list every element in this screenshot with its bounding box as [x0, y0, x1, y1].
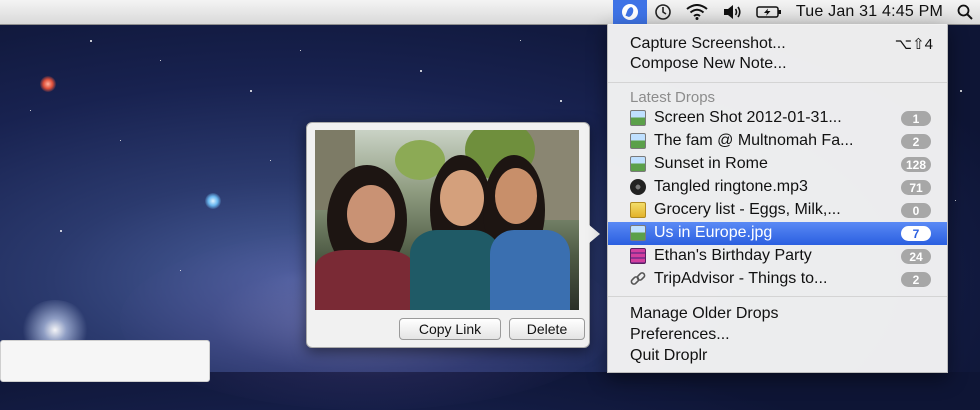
drop-label: TripAdvisor - Things to...: [654, 270, 828, 287]
battery-icon[interactable]: [749, 0, 789, 24]
drop-label: Screen Shot 2012-01-31...: [654, 109, 842, 126]
drop-item[interactable]: Sunset in Rome 128: [608, 153, 947, 176]
image-icon: [630, 110, 646, 126]
wifi-icon[interactable]: [679, 0, 715, 24]
image-icon: [630, 133, 646, 149]
drop-preview-popover: Copy Link Delete: [306, 122, 590, 348]
drop-item-selected[interactable]: Us in Europe.jpg 7: [608, 222, 947, 245]
manage-label: Manage Older Drops: [630, 304, 779, 322]
drop-item[interactable]: Ethan's Birthday Party 24: [608, 245, 947, 268]
drop-count-badge: 0: [901, 203, 931, 218]
drop-label: The fam @ Multnomah Fa...: [654, 132, 854, 149]
time-machine-icon[interactable]: [647, 0, 679, 24]
drop-count-badge: 128: [901, 157, 931, 172]
quit-label: Quit Droplr: [630, 346, 708, 364]
drop-count-badge: 71: [901, 180, 931, 195]
capture-shortcut: ⌥⇧4: [894, 35, 933, 53]
drop-label: Sunset in Rome: [654, 155, 768, 172]
movie-icon: [630, 248, 646, 264]
menu-bar: Tue Jan 31 4:45 PM: [0, 0, 980, 25]
drop-item[interactable]: Grocery list - Eggs, Milk,... 0: [608, 199, 947, 222]
desktop-red-star: [40, 76, 56, 92]
drop-count-badge: 2: [901, 134, 931, 149]
delete-button[interactable]: Delete: [509, 318, 585, 340]
preview-photo: [315, 130, 579, 310]
drop-count-badge: 1: [901, 111, 931, 126]
drop-label: Tangled ringtone.mp3: [654, 178, 808, 195]
drop-item[interactable]: Tangled ringtone.mp3 71: [608, 176, 947, 199]
preferences-label: Preferences...: [630, 325, 730, 343]
compose-label: Compose New Note...: [630, 54, 787, 72]
drop-count-badge: 7: [901, 226, 931, 241]
popover-arrow: [588, 224, 600, 244]
drop-item[interactable]: The fam @ Multnomah Fa... 2: [608, 130, 947, 153]
menu-separator: [608, 296, 947, 297]
menu-item-manage-older-drops[interactable]: Manage Older Drops: [608, 302, 947, 325]
drop-label: Grocery list - Eggs, Milk,...: [654, 201, 841, 218]
capture-label: Capture Screenshot...: [630, 34, 786, 52]
audio-icon: [630, 179, 646, 195]
volume-icon[interactable]: [715, 0, 749, 24]
drop-label: Ethan's Birthday Party: [654, 247, 812, 264]
drop-item[interactable]: TripAdvisor - Things to... 2: [608, 268, 947, 291]
image-icon: [630, 156, 646, 172]
menu-bar-clock[interactable]: Tue Jan 31 4:45 PM: [789, 0, 950, 24]
drop-label: Us in Europe.jpg: [654, 224, 773, 241]
menu-bar-status-area: Tue Jan 31 4:45 PM: [612, 0, 980, 24]
menu-separator: [608, 82, 947, 83]
link-icon: [630, 271, 646, 287]
note-icon: [630, 202, 646, 218]
drop-item[interactable]: Screen Shot 2012-01-31... 1: [608, 107, 947, 130]
menu-item-quit[interactable]: Quit Droplr: [608, 344, 947, 367]
drop-count-badge: 24: [901, 249, 931, 264]
desktop-blue-star: [205, 193, 221, 209]
menu-item-preferences[interactable]: Preferences...: [608, 323, 947, 346]
droplr-icon: [621, 4, 638, 20]
spotlight-icon[interactable]: [950, 0, 980, 24]
image-icon: [630, 225, 646, 241]
background-window: [0, 340, 210, 382]
droplr-menu: Capture Screenshot... ⌥⇧4 Compose New No…: [607, 24, 948, 373]
copy-link-button[interactable]: Copy Link: [399, 318, 501, 340]
latest-drops-heading: Latest Drops: [630, 89, 716, 106]
drop-count-badge: 2: [901, 272, 931, 287]
menu-item-compose-note[interactable]: Compose New Note...: [608, 52, 947, 75]
droplr-menu-icon[interactable]: [612, 0, 647, 24]
